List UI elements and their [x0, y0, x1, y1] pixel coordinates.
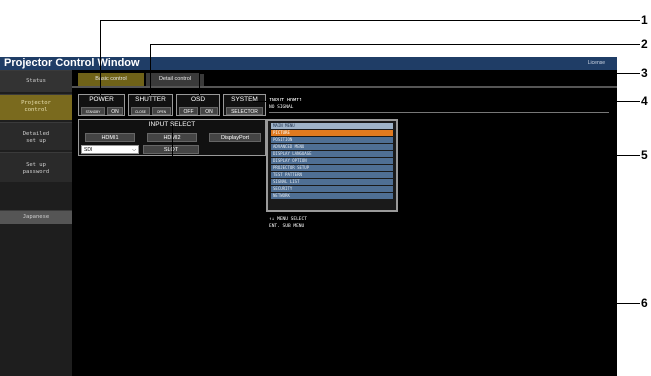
callout-number-3: 3	[641, 66, 648, 80]
sidebar-item-label: Projector control	[21, 100, 51, 113]
window-title: Projector Control Window	[4, 57, 140, 69]
power-standby-button[interactable]: STANDBY	[81, 107, 105, 115]
menu-item-projector-setup[interactable]: PROJECTOR SETUP	[271, 165, 393, 171]
callout-number-6: 6	[641, 296, 648, 310]
input-displayport-button[interactable]: DisplayPort	[209, 133, 261, 142]
shutter-open-button[interactable]: OPEN	[152, 107, 171, 115]
sidebar-item-label: Detailed set up	[22, 131, 50, 144]
callout-line-2	[150, 44, 640, 45]
system-label: SYSTEM	[231, 96, 258, 103]
menu-item-display-language[interactable]: DISPLAY LANGUAGE	[271, 151, 393, 157]
slot-input-dropdown[interactable]: SDI ⌵	[81, 145, 139, 154]
chevron-down-icon: ⌵	[132, 147, 136, 153]
tab-basic-control[interactable]: Basic control	[78, 73, 144, 86]
osd-divider	[269, 112, 609, 113]
system-selector-button[interactable]: SELECTOR	[226, 107, 263, 115]
license-link[interactable]: License	[588, 57, 605, 70]
power-group: POWER STANDBY ON	[78, 94, 125, 116]
menu-item-signal-list[interactable]: SIGNAL LIST	[271, 179, 393, 185]
callout-number-5: 5	[641, 148, 648, 162]
callout-line-6	[172, 303, 640, 304]
osd-off-button[interactable]: OFF	[179, 107, 198, 115]
power-label: POWER	[89, 96, 114, 103]
shutter-label: SHUTTER	[135, 96, 166, 103]
osd-menu: MAIN MENU PICTURE POSITION ADVANCED MENU…	[266, 119, 398, 212]
tab-divider	[72, 86, 617, 88]
power-on-button[interactable]: ON	[107, 107, 123, 115]
callout-line-2-drop	[150, 44, 151, 95]
callout-number-4: 4	[641, 94, 648, 108]
callout-line-4	[253, 101, 640, 102]
sidebar-item-japanese[interactable]: Japanese	[0, 210, 72, 224]
callout-line-3-drop	[199, 73, 200, 95]
osd-help-line-1: ↑↓ MENU SELECT	[269, 217, 307, 222]
tab-detail-control[interactable]: Detail control	[146, 73, 204, 86]
callout-line-1	[100, 20, 640, 21]
sidebar-item-set-up-password[interactable]: Set up password	[0, 152, 72, 182]
osd-on-button[interactable]: ON	[200, 107, 218, 115]
dropdown-value: SDI	[84, 147, 93, 153]
sidebar-item-projector-control[interactable]: Projector control	[0, 94, 72, 120]
osd-signal-line: NO SIGNAL	[269, 105, 294, 110]
menu-item-picture[interactable]: PICTURE	[271, 130, 393, 136]
callout-line-6-drop	[172, 125, 173, 303]
main-content: Basic control Detail control POWER STAND…	[72, 70, 617, 376]
osd-group: OSD OFF ON	[176, 94, 220, 116]
sidebar-item-status[interactable]: Status	[0, 70, 72, 92]
input-hdmi1-button[interactable]: HDMI1	[85, 133, 135, 142]
callout-number-1: 1	[641, 13, 648, 27]
system-group: SYSTEM SELECTOR	[223, 94, 266, 116]
menu-item-network[interactable]: NETWORK	[271, 193, 393, 199]
callout-line-3	[199, 73, 640, 74]
callout-number-2: 2	[641, 37, 648, 51]
sidebar-item-label: Set up password	[22, 162, 50, 175]
menu-item-position[interactable]: POSITION	[271, 137, 393, 143]
osd-label: OSD	[190, 96, 206, 103]
shutter-group: SHUTTER CLOSE OPEN	[128, 94, 173, 116]
menu-item-test-pattern[interactable]: TEST PATTERN	[271, 172, 393, 178]
sidebar-item-detailed-set-up[interactable]: Detailed set up	[0, 122, 72, 150]
menu-item-advanced-menu[interactable]: ADVANCED MENU	[271, 144, 393, 150]
sidebar-item-label: Japanese	[22, 214, 50, 220]
shutter-close-button[interactable]: CLOSE	[131, 107, 150, 115]
callout-line-5	[398, 155, 640, 156]
slot-button[interactable]: SLOT	[143, 145, 199, 154]
menu-item-display-option[interactable]: DISPLAY OPTION	[271, 158, 393, 164]
title-bar: Projector Control Window License	[0, 57, 617, 70]
sidebar: Status Projector control Detailed set up…	[0, 70, 72, 376]
menu-item-main-menu[interactable]: MAIN MENU	[271, 123, 393, 129]
osd-help-line-2: ENT. SUB MENU	[269, 224, 305, 229]
callout-line-1-drop	[100, 20, 101, 95]
sidebar-item-label: Status	[26, 78, 46, 84]
menu-item-security[interactable]: SECURITY	[271, 186, 393, 192]
